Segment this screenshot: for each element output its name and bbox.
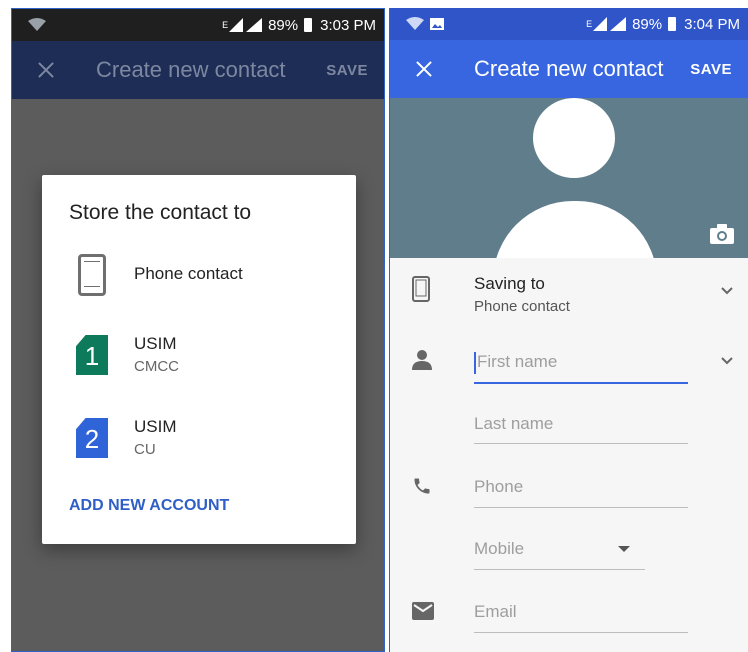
last-name-underline xyxy=(474,443,688,444)
add-new-account-button[interactable]: ADD NEW ACCOUNT xyxy=(69,497,229,515)
avatar-body xyxy=(493,201,657,258)
signal-icon: E xyxy=(222,18,263,32)
phone-call-icon xyxy=(414,478,430,494)
saving-to-value[interactable]: Phone contact xyxy=(474,298,570,315)
wifi-icon xyxy=(406,17,424,31)
email-field[interactable]: Email xyxy=(474,602,517,622)
email-icon xyxy=(412,602,434,620)
battery-percent: 89% xyxy=(632,15,663,33)
text-cursor xyxy=(474,352,476,374)
image-notification-icon xyxy=(430,18,444,30)
close-icon[interactable] xyxy=(34,58,58,82)
sim-card-icon: 1 xyxy=(76,335,108,375)
dialog-title: Store the contact to xyxy=(69,201,252,224)
page-title: Create new contact xyxy=(96,57,286,82)
option-label: Phone contact xyxy=(134,264,243,283)
app-bar: Create new contact SAVE xyxy=(390,40,748,98)
status-bar: E 89% 3:04 PM xyxy=(390,8,748,40)
saving-to-label: Saving to xyxy=(474,274,545,293)
save-button[interactable]: SAVE xyxy=(690,61,732,78)
left-screen: E 89% 3:03 PM Create new contact SAVE St… xyxy=(11,8,385,652)
save-button[interactable]: SAVE xyxy=(326,62,368,79)
phone-icon xyxy=(78,254,106,296)
avatar-head xyxy=(533,98,615,178)
dropdown-arrow-icon[interactable] xyxy=(618,546,630,552)
phone-type-underline xyxy=(474,569,645,570)
wifi-icon xyxy=(28,18,46,32)
first-name-underline xyxy=(474,382,688,384)
option-sublabel: CU xyxy=(134,441,156,458)
close-icon[interactable] xyxy=(412,57,436,81)
clock: 3:03 PM xyxy=(320,16,376,34)
clock: 3:04 PM xyxy=(684,15,740,33)
person-icon xyxy=(412,350,432,370)
battery-icon xyxy=(304,18,313,32)
status-bar: E 89% 3:03 PM xyxy=(12,9,384,41)
camera-icon[interactable] xyxy=(710,224,734,244)
chevron-down-icon[interactable] xyxy=(720,354,734,368)
phone-field[interactable]: Phone xyxy=(474,477,523,497)
option-sublabel: CMCC xyxy=(134,358,179,375)
option-label: USIM xyxy=(134,334,177,353)
app-bar: Create new contact SAVE xyxy=(12,41,384,99)
last-name-field[interactable]: Last name xyxy=(474,414,553,434)
option-usim-cmcc[interactable]: 1 USIM CMCC xyxy=(42,323,356,387)
option-phone-contact[interactable]: Phone contact xyxy=(42,245,356,309)
page-title: Create new contact xyxy=(474,56,664,81)
signal-icon: E xyxy=(586,17,627,31)
store-contact-dialog: Store the contact to Phone contact 1 USI… xyxy=(42,175,356,544)
battery-percent: 89% xyxy=(268,16,299,34)
contact-photo-area[interactable] xyxy=(390,98,748,258)
sim-card-icon: 2 xyxy=(76,418,108,458)
first-name-field[interactable]: First name xyxy=(477,352,557,372)
battery-icon xyxy=(668,17,677,31)
phone-underline xyxy=(474,507,688,508)
option-label: USIM xyxy=(134,417,177,436)
email-underline xyxy=(474,632,688,633)
chevron-down-icon[interactable] xyxy=(720,284,734,298)
option-usim-cu[interactable]: 2 USIM CU xyxy=(42,406,356,470)
phone-type-select[interactable]: Mobile xyxy=(474,539,524,559)
phone-icon xyxy=(412,276,430,302)
right-screen: E 89% 3:04 PM Create new contact SAVE Sa… xyxy=(389,8,748,652)
